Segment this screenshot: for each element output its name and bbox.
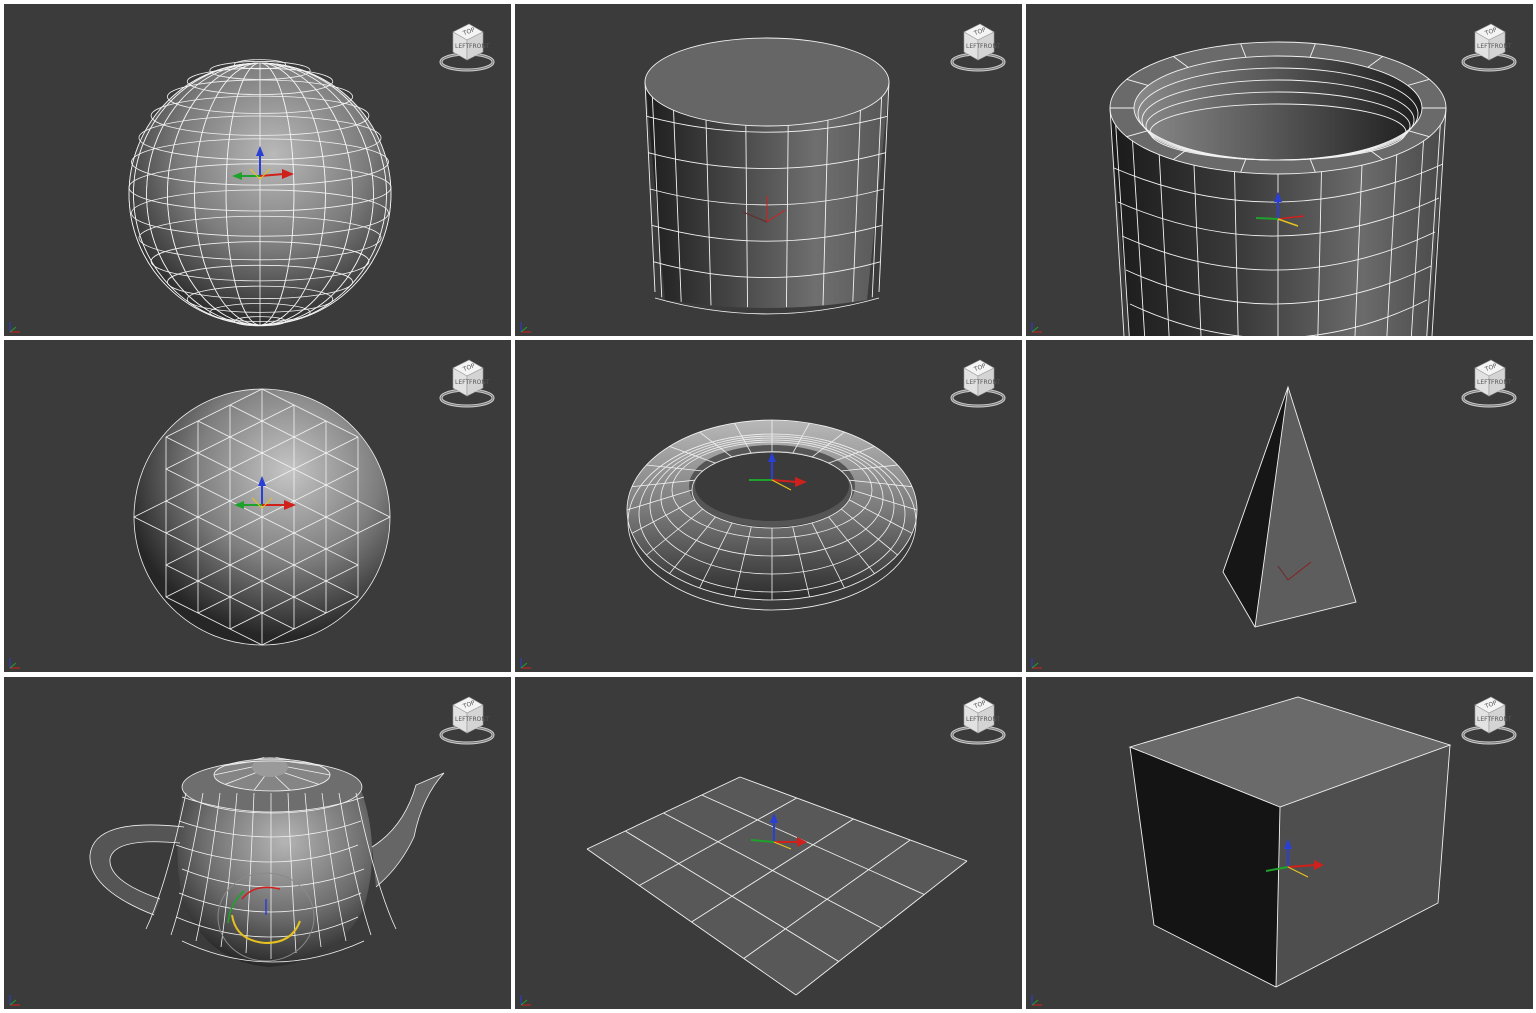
world-axis-icon xyxy=(518,319,534,333)
viewcube-icon[interactable]: TOP LEFT FRONT xyxy=(948,354,1008,410)
svg-text:FRONT: FRONT xyxy=(469,43,490,50)
viewport-teapot[interactable]: TOP LEFT FRONT xyxy=(4,677,511,1009)
viewcube-icon[interactable]: TOP LEFT FRONT xyxy=(437,354,497,410)
svg-text:LEFT: LEFT xyxy=(455,716,469,723)
viewport-box[interactable]: TOP LEFT FRONT xyxy=(1026,677,1533,1009)
world-axis-icon xyxy=(1029,655,1045,669)
svg-text:LEFT: LEFT xyxy=(966,43,980,50)
svg-text:LEFT: LEFT xyxy=(1477,379,1491,386)
torus-mesh[interactable] xyxy=(515,340,1022,672)
svg-text:LEFT: LEFT xyxy=(455,379,469,386)
svg-text:FRONT: FRONT xyxy=(469,379,490,386)
viewport-grid: TOP LEFT FRONT TOP LEFT FRONT TOP LEFT F… xyxy=(0,0,1536,1013)
svg-text:LEFT: LEFT xyxy=(966,379,980,386)
svg-text:FRONT: FRONT xyxy=(469,716,490,723)
world-axis-icon xyxy=(518,655,534,669)
world-axis-icon xyxy=(1029,992,1045,1006)
svg-text:LEFT: LEFT xyxy=(966,716,980,723)
svg-text:FRONT: FRONT xyxy=(1491,43,1512,50)
viewport-plane[interactable]: TOP LEFT FRONT xyxy=(515,677,1022,1009)
world-axis-icon xyxy=(518,992,534,1006)
svg-text:FRONT: FRONT xyxy=(980,379,1001,386)
viewcube-icon[interactable]: TOP LEFT FRONT xyxy=(948,691,1008,747)
svg-text:LEFT: LEFT xyxy=(1477,716,1491,723)
sphere-mesh[interactable] xyxy=(4,4,511,336)
tube-mesh[interactable] xyxy=(1026,4,1533,336)
teapot-mesh[interactable] xyxy=(4,677,511,1009)
viewport-geosphere[interactable]: TOP LEFT FRONT xyxy=(4,340,511,672)
svg-text:FRONT: FRONT xyxy=(1491,379,1512,386)
viewport-sphere[interactable]: TOP LEFT FRONT xyxy=(4,4,511,336)
world-axis-icon xyxy=(7,992,23,1006)
viewcube-icon[interactable]: TOP LEFT FRONT xyxy=(948,18,1008,74)
svg-text:LEFT: LEFT xyxy=(1477,43,1491,50)
geosphere-mesh[interactable] xyxy=(4,340,511,672)
svg-text:FRONT: FRONT xyxy=(980,716,1001,723)
viewcube-icon[interactable]: TOP LEFT FRONT xyxy=(437,18,497,74)
plane-mesh[interactable] xyxy=(515,677,1022,1009)
world-axis-icon xyxy=(1029,319,1045,333)
svg-text:FRONT: FRONT xyxy=(1491,716,1512,723)
box-mesh[interactable] xyxy=(1026,677,1533,1009)
viewport-cylinder[interactable]: TOP LEFT FRONT xyxy=(515,4,1022,336)
viewport-tube[interactable]: TOP LEFT FRONT xyxy=(1026,4,1533,336)
svg-text:FRONT: FRONT xyxy=(980,43,1001,50)
svg-text:LEFT: LEFT xyxy=(455,43,469,50)
viewcube-icon[interactable]: TOP LEFT FRONT xyxy=(1459,354,1519,410)
viewcube-icon[interactable]: TOP LEFT FRONT xyxy=(1459,691,1519,747)
world-axis-icon xyxy=(7,319,23,333)
pyramid-mesh[interactable] xyxy=(1026,340,1533,672)
viewcube-icon[interactable]: TOP LEFT FRONT xyxy=(1459,18,1519,74)
cylinder-mesh[interactable] xyxy=(515,4,1022,336)
viewcube-icon[interactable]: TOP LEFT FRONT xyxy=(437,691,497,747)
world-axis-icon xyxy=(7,655,23,669)
viewport-torus[interactable]: TOP LEFT FRONT xyxy=(515,340,1022,672)
viewport-pyramid[interactable]: TOP LEFT FRONT xyxy=(1026,340,1533,672)
